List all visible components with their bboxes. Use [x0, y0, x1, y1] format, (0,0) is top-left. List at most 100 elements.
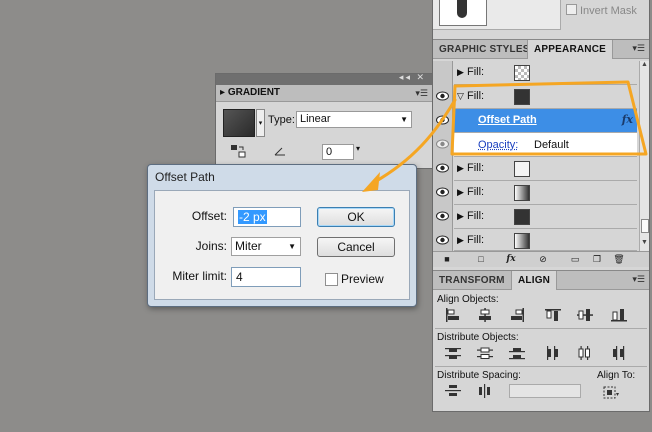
panel-menu-icon[interactable]: ▾☰ — [632, 43, 645, 54]
add-effect-icon[interactable]: fx — [505, 254, 517, 265]
tab-transform[interactable]: TRANSFORM — [433, 271, 511, 290]
fill-swatch[interactable] — [514, 65, 530, 81]
list-item-fill[interactable]: ▶ Fill: — [436, 229, 637, 251]
eye-icon[interactable] — [436, 211, 449, 221]
list-item-offset-path[interactable]: Offset Path fx — [436, 109, 637, 133]
opacity-link[interactable]: Opacity: — [478, 139, 518, 151]
distribute-horizontal-center-icon[interactable] — [577, 346, 593, 360]
list-item-fill[interactable]: ▶ Fill: — [436, 181, 637, 205]
panel-titlebar[interactable]: ◂◂ ✕ — [216, 72, 432, 85]
angle-dropdown-icon[interactable]: ▾ — [356, 144, 360, 153]
miter-limit-input[interactable]: 4 — [231, 267, 301, 287]
appearance-list: ▶ Fill: ▽ Fill: Offset Path fx Opacity: … — [433, 61, 637, 251]
eye-icon[interactable] — [436, 235, 449, 245]
brush-thumbnail[interactable] — [439, 0, 487, 26]
delete-item-icon[interactable]: 🗑 — [613, 254, 625, 265]
tab-appearance[interactable]: APPEARANCE — [527, 40, 614, 59]
distribute-right-icon[interactable] — [611, 346, 627, 360]
reduce-basic-icon[interactable]: ▭ — [569, 254, 581, 265]
invert-mask-option[interactable]: Invert Mask — [566, 4, 637, 17]
preview-checkbox[interactable] — [325, 273, 338, 286]
clear-appearance-icon[interactable]: ⊘ — [537, 254, 549, 265]
fill-swatch[interactable] — [514, 185, 530, 201]
offset-input[interactable]: -2 px — [233, 207, 301, 227]
list-item-fill-expanded[interactable]: ▽ Fill: — [436, 85, 637, 109]
distribute-vertical-center-icon[interactable] — [477, 346, 493, 360]
fill-swatch[interactable] — [514, 209, 530, 225]
panel-menu-icon[interactable]: ▾☰ — [415, 88, 428, 99]
chevron-down-icon: ▼ — [288, 242, 296, 251]
eye-icon[interactable] — [436, 187, 449, 197]
miter-limit-label: Miter limit: — [172, 269, 227, 283]
list-item-opacity[interactable]: Opacity: Default — [436, 133, 637, 157]
tab-graphic-styles[interactable]: GRAPHIC STYLES — [433, 40, 536, 59]
divider — [435, 328, 647, 329]
expand-triangle-icon[interactable]: ▶ — [457, 163, 464, 174]
list-item-fill[interactable]: ▶ Fill: — [436, 157, 637, 181]
fx-icon[interactable]: fx — [622, 113, 633, 126]
expand-triangle-icon[interactable]: ▶ — [457, 67, 464, 78]
offset-path-effect-link[interactable]: Offset Path — [478, 114, 537, 126]
invert-mask-checkbox[interactable] — [566, 4, 577, 15]
distribute-top-icon[interactable] — [445, 346, 461, 360]
align-objects-label: Align Objects: — [437, 294, 499, 305]
eye-icon[interactable] — [436, 163, 449, 173]
gradient-panel: ◂◂ ✕ ▸ GRADIENT ▾☰ ▾ Type: Linear ▼ 0 ▾ — [215, 72, 433, 169]
dialog-body: Offset: -2 px Joins: Miter ▼ Miter limit… — [154, 190, 410, 300]
expand-triangle-icon[interactable]: ▶ — [457, 187, 464, 198]
ok-button[interactable]: OK — [317, 207, 395, 227]
tab-gradient[interactable]: ▸ GRADIENT — [220, 87, 280, 98]
fill-swatch[interactable] — [514, 89, 530, 105]
collapse-icon[interactable]: ◂◂ ✕ — [399, 72, 426, 83]
scroll-thumb[interactable] — [641, 219, 649, 233]
add-fill-icon[interactable]: □ — [475, 254, 487, 265]
angle-icon — [274, 147, 285, 156]
expand-triangle-icon[interactable]: ▶ — [457, 235, 464, 246]
eye-icon[interactable] — [436, 91, 449, 101]
fill-swatch[interactable] — [514, 233, 530, 249]
expand-triangle-icon[interactable]: ▶ — [457, 211, 464, 222]
align-vertical-center-icon[interactable] — [577, 308, 593, 322]
distribute-left-icon[interactable] — [545, 346, 561, 360]
angle-input[interactable]: 0 — [322, 144, 354, 160]
opacity-value: Default — [534, 139, 569, 151]
cancel-button[interactable]: Cancel — [317, 237, 395, 257]
align-bottom-icon[interactable] — [611, 308, 627, 322]
joins-label: Joins: — [195, 239, 227, 253]
fill-label: Fill: — [467, 66, 485, 78]
preview-label[interactable]: Preview — [341, 272, 384, 286]
distribute-spacing-label: Distribute Spacing: — [437, 370, 521, 381]
list-item-fill[interactable]: ▶ Fill: — [436, 205, 637, 229]
distribute-bottom-icon[interactable] — [509, 346, 525, 360]
fill-label: Fill: — [467, 234, 485, 246]
reverse-gradient-icon[interactable] — [230, 144, 246, 158]
spacing-value-input[interactable] — [509, 384, 581, 398]
align-horizontal-center-icon[interactable] — [477, 308, 493, 322]
tab-align[interactable]: ALIGN — [511, 271, 558, 290]
appearance-scrollbar[interactable]: ▲ ▼ — [639, 61, 649, 251]
align-to-label: Align To: — [597, 370, 636, 381]
list-item-fill[interactable]: ▶ Fill: — [454, 61, 637, 85]
align-top-icon[interactable] — [545, 308, 561, 322]
distribute-horizontal-space-icon[interactable] — [477, 384, 493, 398]
scroll-up-icon[interactable]: ▲ — [641, 61, 648, 68]
distribute-vertical-space-icon[interactable] — [445, 384, 461, 398]
gradient-swatch-dropdown-icon[interactable]: ▾ — [256, 109, 265, 137]
eye-icon[interactable] — [436, 115, 449, 125]
gradient-swatch[interactable] — [223, 109, 255, 137]
fill-swatch[interactable] — [514, 161, 530, 177]
add-stroke-icon[interactable]: ■ — [441, 254, 453, 265]
eye-icon[interactable] — [436, 139, 449, 149]
panel-menu-icon[interactable]: ▾☰ — [632, 274, 645, 285]
joins-select[interactable]: Miter ▼ — [231, 237, 301, 256]
align-right-icon[interactable] — [509, 308, 525, 322]
align-to-selection-icon[interactable] — [603, 386, 619, 400]
duplicate-item-icon[interactable]: ❐ — [591, 254, 603, 265]
dialog-title: Offset Path — [155, 170, 215, 184]
align-left-icon[interactable] — [445, 308, 461, 322]
offset-path-dialog: Offset Path Offset: -2 px Joins: Miter ▼… — [147, 164, 417, 307]
scroll-down-icon[interactable]: ▼ — [641, 239, 648, 246]
gradient-type-select[interactable]: Linear ▼ — [296, 111, 412, 128]
right-panel-dock: Invert Mask GRAPHIC STYLES APPEARANCE ▾☰… — [432, 0, 650, 412]
collapse-triangle-icon[interactable]: ▽ — [457, 91, 464, 102]
